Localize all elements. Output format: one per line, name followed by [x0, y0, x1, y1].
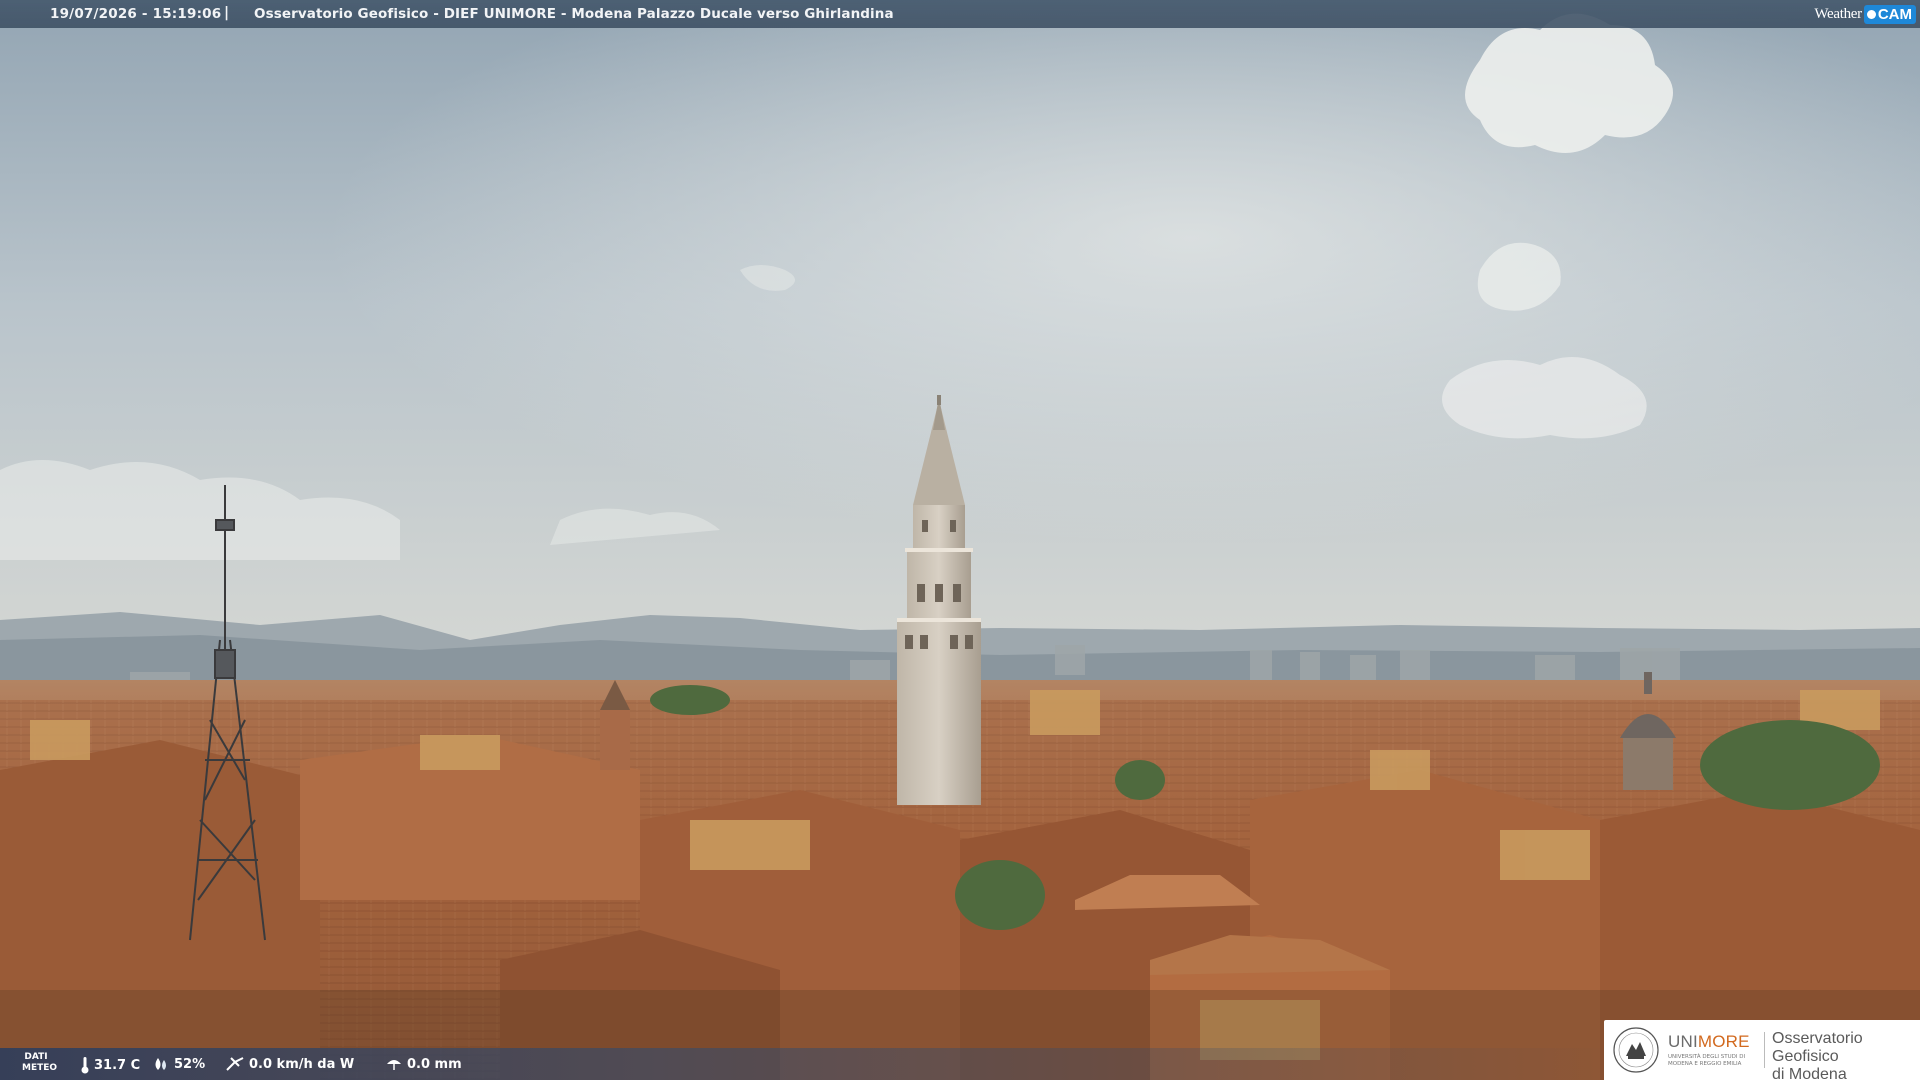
- rain-readout: 0.0 mm: [385, 1056, 462, 1072]
- wind-value: 0.0 km/h da W: [249, 1056, 355, 1072]
- temperature-value: 31.7 C: [94, 1057, 141, 1073]
- webcam-view: 19/07/2026 - 15:19:06 | Osservatorio Geo…: [0, 0, 1920, 1080]
- meteo-data-bar: DATI METEO 31.7 C 52% 0.0 km/h da W 0.0 …: [0, 1048, 1620, 1080]
- rain-icon: [387, 1060, 401, 1070]
- camera-title: Osservatorio Geofisico - DIEF UNIMORE - …: [254, 6, 894, 22]
- wind-readout: 0.0 km/h da W: [225, 1056, 354, 1072]
- wind-icon: [226, 1057, 244, 1071]
- thermometer-icon: [81, 1057, 89, 1074]
- unimore-brand: UNIMORE: [1668, 1032, 1750, 1052]
- weathercam-logo-weather: Weather: [1814, 5, 1862, 22]
- observatory-line2: di Modena: [1772, 1066, 1847, 1080]
- observatory-line1: Osservatorio Geofisico: [1772, 1030, 1863, 1065]
- university-subtitle: UNIVERSITÀ DEGLI STUDI DI MODENA E REGGI…: [1668, 1054, 1746, 1067]
- title-separator: |: [224, 5, 230, 21]
- top-info-bar: 19/07/2026 - 15:19:06 | Osservatorio Geo…: [0, 0, 1920, 28]
- humidity-value: 52%: [174, 1056, 206, 1072]
- temperature-readout: 31.7 C: [80, 1056, 140, 1074]
- brand-suffix: MORE: [1697, 1032, 1750, 1051]
- university-seal-icon: [1613, 1027, 1659, 1073]
- observatory-name: Osservatorio Geofisico di Modena: [1772, 1030, 1920, 1080]
- weathercam-logo-cam: CAM: [1863, 4, 1916, 24]
- city-panorama: [0, 0, 1920, 1080]
- brand-prefix: UNI: [1668, 1032, 1698, 1051]
- weathercam-logo: Weather CAM: [1814, 2, 1916, 26]
- timestamp: 19/07/2026 - 15:19:06: [50, 6, 222, 22]
- rain-value: 0.0 mm: [407, 1056, 462, 1072]
- humidity-icon: [155, 1058, 166, 1070]
- unimore-logo-box: UNIMORE UNIVERSITÀ DEGLI STUDI DI MODENA…: [1604, 1020, 1920, 1080]
- meteo-label: DATI METEO: [22, 1052, 58, 1073]
- logo-divider: [1764, 1032, 1765, 1068]
- humidity-readout: 52%: [152, 1056, 205, 1072]
